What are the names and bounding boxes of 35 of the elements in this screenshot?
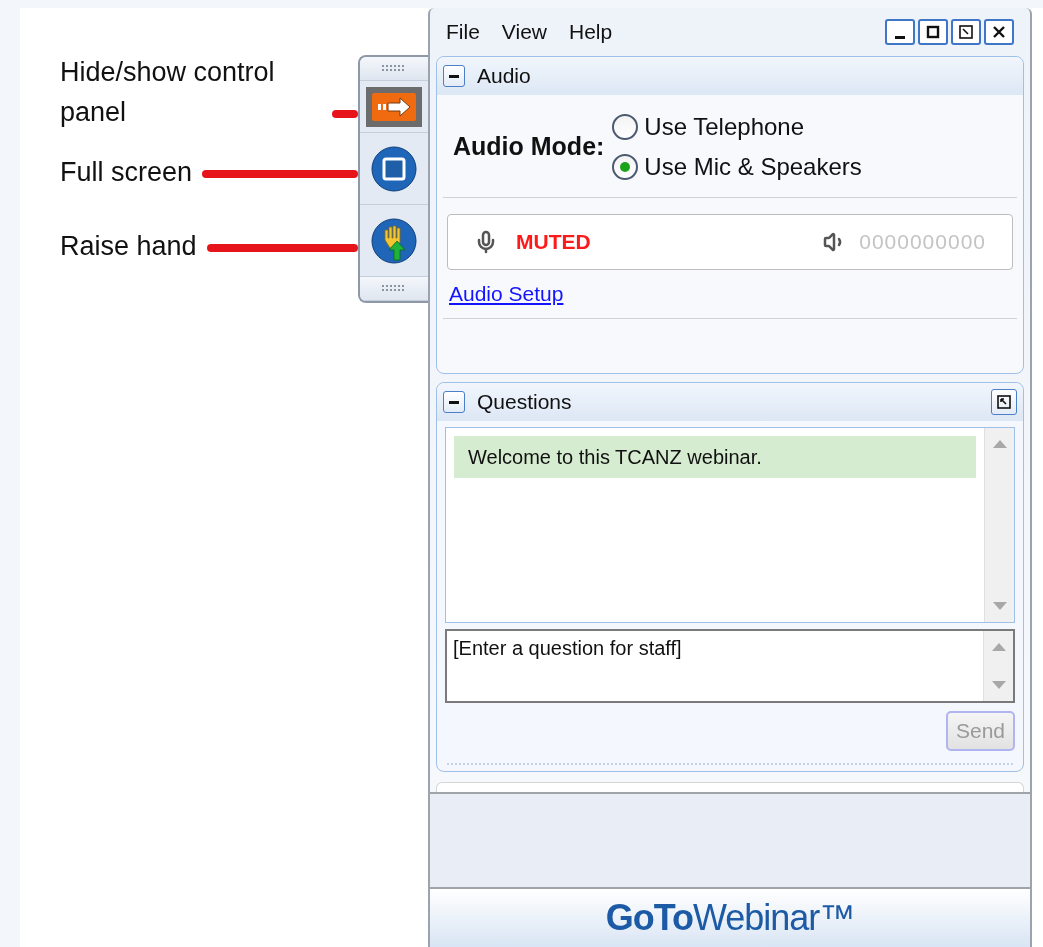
grip-icon[interactable]	[382, 65, 406, 72]
strip-button[interactable]	[366, 86, 422, 127]
radio-button[interactable]	[612, 154, 639, 180]
annotation-label: Raise hand	[60, 230, 197, 263]
grip-icon[interactable]	[382, 285, 406, 292]
menu-item[interactable]: File	[446, 16, 480, 48]
menu-item[interactable]: View	[501, 16, 547, 48]
menu-item[interactable]: Help	[569, 16, 613, 48]
minimize-button[interactable]	[885, 19, 915, 45]
radio-label: Use Mic & Speakers	[644, 152, 862, 182]
mic-status: MUTED	[516, 229, 591, 256]
restore-button[interactable]	[951, 19, 981, 45]
raise-hand-icon	[371, 217, 417, 264]
popout-icon	[958, 24, 974, 40]
minimize-icon	[892, 35, 908, 39]
panel-title: Audio	[477, 63, 531, 90]
audio-setup-link[interactable]: Audio Setup	[449, 282, 564, 305]
radio-label: Use Telephone	[644, 112, 805, 142]
close-icon	[991, 24, 1007, 40]
panel-title: Questions	[477, 389, 572, 416]
popout-button[interactable]	[991, 389, 1017, 415]
fullscreen-icon	[371, 145, 417, 192]
logo: GoToWebinar™	[605, 896, 855, 940]
radio-button[interactable]	[612, 114, 639, 140]
speaker-level: 0000000000	[859, 229, 986, 256]
maximize-button[interactable]	[918, 19, 948, 45]
annotation-label: Full screen	[60, 156, 193, 189]
close-button[interactable]	[984, 19, 1014, 45]
collapse-button[interactable]	[443, 391, 465, 413]
audio-mode-label: Audio Mode:	[453, 131, 605, 163]
maximize-icon	[925, 24, 941, 40]
popout-icon	[997, 395, 1011, 409]
annotation-label: Hide/show control panel	[60, 56, 276, 129]
message: Welcome to this TCANZ webinar.	[454, 436, 976, 478]
collapse-button[interactable]	[443, 65, 465, 87]
